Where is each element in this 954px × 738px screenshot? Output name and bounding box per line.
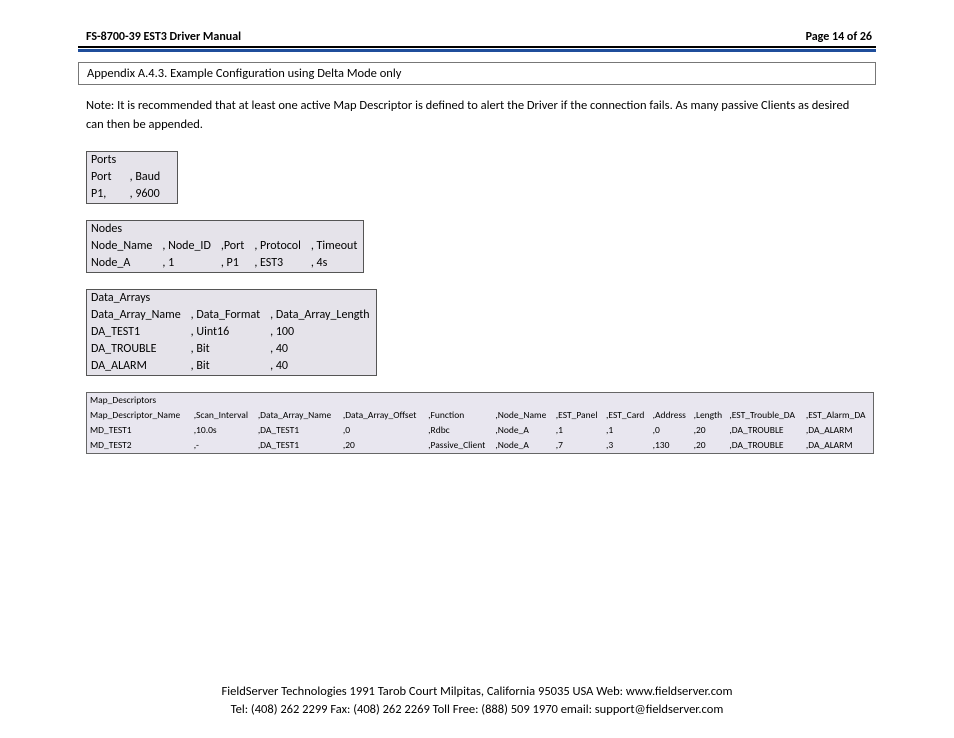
section-title: Appendix A.4.3. Example Configuration us… xyxy=(79,63,875,84)
map-col: Map_Descriptor_Name xyxy=(87,408,191,423)
page-footer: FieldServer Technologies 1991 Tarob Cour… xyxy=(0,683,954,718)
rule-blue xyxy=(78,49,876,52)
nodes-heading: Nodes xyxy=(87,220,364,238)
nodes-cell: , P1 xyxy=(217,255,250,273)
da-col: , Data_Format xyxy=(187,307,266,324)
da-cell: , 40 xyxy=(266,341,376,358)
map-cell: ,130 xyxy=(650,438,691,454)
map-cell: ,0 xyxy=(650,423,691,438)
section-title-box: Appendix A.4.3. Example Configuration us… xyxy=(78,62,876,85)
da-cell: DA_ALARM xyxy=(87,358,187,376)
data-arrays-table: Data_Arrays Data_Array_Name , Data_Forma… xyxy=(86,289,377,376)
page-number: Page 14 of 26 xyxy=(806,30,872,44)
ports-heading: Ports xyxy=(87,151,178,169)
map-descriptors-table: Map_Descriptors Map_Descriptor_Name ,Sca… xyxy=(86,392,874,454)
map-cell: ,10.0s xyxy=(191,423,255,438)
ports-col: Port xyxy=(87,169,126,186)
map-col: ,Function xyxy=(425,408,492,423)
nodes-col: ,Port xyxy=(217,238,250,255)
map-cell: ,DA_TROUBLE xyxy=(726,438,803,454)
da-cell: , 40 xyxy=(266,358,376,376)
map-cell: ,DA_ALARM xyxy=(803,423,874,438)
da-cell: , Bit xyxy=(187,358,266,376)
map-cell: ,20 xyxy=(691,423,727,438)
map-col: ,EST_Alarm_DA xyxy=(803,408,874,423)
map-col: ,Length xyxy=(691,408,727,423)
map-col: ,Node_Name xyxy=(492,408,552,423)
map-cell: ,3 xyxy=(603,438,650,454)
nodes-col: , Protocol xyxy=(250,238,307,255)
da-cell: DA_TEST1 xyxy=(87,324,187,341)
footer-line-1: FieldServer Technologies 1991 Tarob Cour… xyxy=(0,683,954,701)
map-cell: ,7 xyxy=(553,438,603,454)
map-cell: ,20 xyxy=(691,438,727,454)
da-cell: DA_TROUBLE xyxy=(87,341,187,358)
map-cell: ,0 xyxy=(340,423,425,438)
da-cell: , 100 xyxy=(266,324,376,341)
map-cell: ,DA_ALARM xyxy=(803,438,874,454)
map-cell: ,Node_A xyxy=(492,438,552,454)
ports-cell: , 9600 xyxy=(126,186,178,204)
data-arrays-heading: Data_Arrays xyxy=(87,289,377,307)
nodes-table: Nodes Node_Name , Node_ID ,Port , Protoc… xyxy=(86,220,364,273)
map-cell: MD_TEST2 xyxy=(87,438,191,454)
footer-line-2: Tel: (408) 262 2299 Fax: (408) 262 2269 … xyxy=(0,701,954,719)
nodes-col: , Node_ID xyxy=(158,238,216,255)
map-col: ,Scan_Interval xyxy=(191,408,255,423)
map-cell: ,20 xyxy=(340,438,425,454)
map-col: ,Data_Array_Offset xyxy=(340,408,425,423)
map-cell: ,1 xyxy=(603,423,650,438)
ports-table: Ports Port , Baud P1, , 9600 xyxy=(86,151,178,204)
map-cell: ,Rdbc xyxy=(425,423,492,438)
nodes-col: Node_Name xyxy=(87,238,159,255)
map-cell: ,1 xyxy=(553,423,603,438)
map-col: ,EST_Panel xyxy=(553,408,603,423)
map-cell: ,DA_TEST1 xyxy=(255,423,340,438)
map-cell: ,- xyxy=(191,438,255,454)
map-heading: Map_Descriptors xyxy=(87,392,874,408)
da-cell: , Bit xyxy=(187,341,266,358)
map-cell: ,DA_TEST1 xyxy=(255,438,340,454)
map-cell: ,Node_A xyxy=(492,423,552,438)
nodes-cell: Node_A xyxy=(87,255,159,273)
da-col: , Data_Array_Length xyxy=(266,307,376,324)
map-col: ,Address xyxy=(650,408,691,423)
nodes-cell: , EST3 xyxy=(250,255,307,273)
map-cell: ,DA_TROUBLE xyxy=(726,423,803,438)
nodes-cell: , 1 xyxy=(158,255,216,273)
da-col: Data_Array_Name xyxy=(87,307,187,324)
map-cell: MD_TEST1 xyxy=(87,423,191,438)
note-text: Note: It is recommended that at least on… xyxy=(86,97,868,135)
map-col: ,EST_Card xyxy=(603,408,650,423)
ports-col: , Baud xyxy=(126,169,178,186)
map-col: ,Data_Array_Name xyxy=(255,408,340,423)
map-col: ,EST_Trouble_DA xyxy=(726,408,803,423)
da-cell: , Uint16 xyxy=(187,324,266,341)
nodes-col: , Timeout xyxy=(307,238,364,255)
ports-cell: P1, xyxy=(87,186,126,204)
nodes-cell: , 4s xyxy=(307,255,364,273)
map-cell: ,Passive_Client xyxy=(425,438,492,454)
page-header: FS-8700-39 EST3 Driver Manual Page 14 of… xyxy=(78,30,876,46)
manual-title: FS-8700-39 EST3 Driver Manual xyxy=(86,30,241,44)
rule-thin xyxy=(78,46,876,48)
